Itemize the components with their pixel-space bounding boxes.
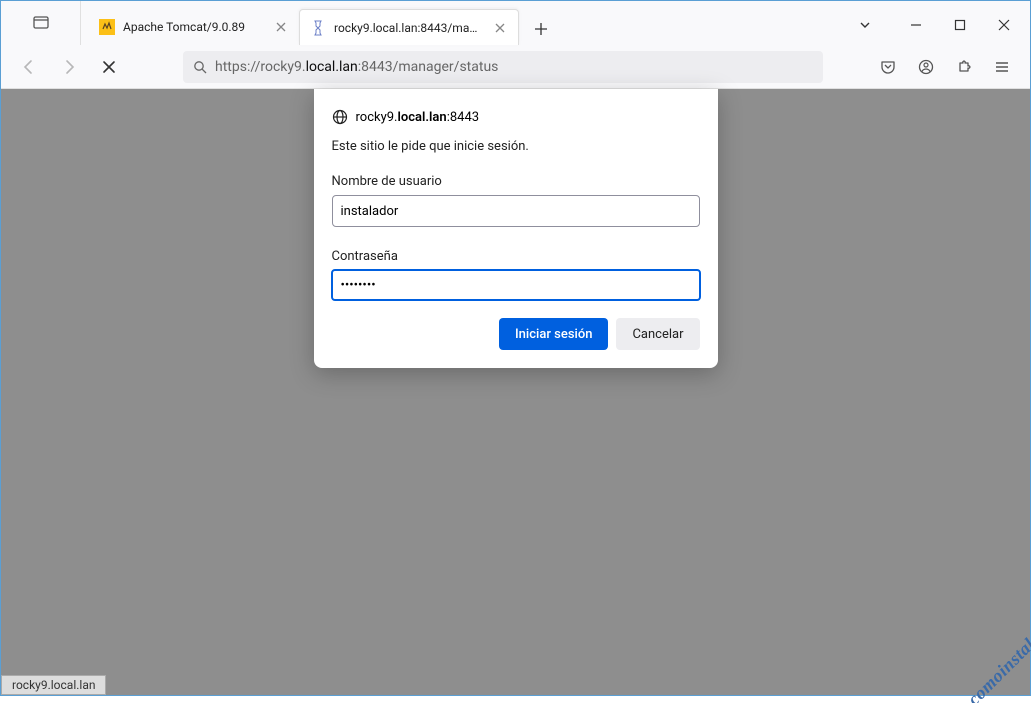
url-text: https://rocky9.local.lan:8443/manager/st…	[215, 59, 813, 75]
content-area: rocky9.local.lan:8443 Este sitio le pide…	[1, 89, 1030, 695]
username-input[interactable]	[332, 195, 700, 227]
tab-title: Apache Tomcat/9.0.89	[123, 20, 265, 34]
loading-favicon	[310, 20, 326, 36]
list-all-tabs-button[interactable]	[848, 5, 882, 45]
back-button[interactable]	[13, 51, 45, 83]
hamburger-icon	[994, 59, 1010, 75]
forward-icon	[61, 59, 77, 75]
tab-close-button[interactable]	[273, 19, 289, 35]
signin-button[interactable]: Iniciar sesión	[499, 318, 608, 350]
forward-button[interactable]	[53, 51, 85, 83]
recent-browsing-button[interactable]	[1, 1, 81, 45]
tab-title: rocky9.local.lan:8443/manager/	[334, 21, 484, 35]
cancel-button[interactable]: Cancelar	[616, 318, 699, 350]
minimize-icon	[910, 19, 922, 31]
tab-manager-status[interactable]: rocky9.local.lan:8443/manager/	[299, 9, 519, 45]
tab-apache-tomcat[interactable]: Apache Tomcat/9.0.89	[89, 9, 299, 45]
chevron-down-icon	[858, 18, 872, 32]
pocket-button[interactable]	[872, 51, 904, 83]
globe-icon	[332, 109, 348, 125]
extensions-button[interactable]	[948, 51, 980, 83]
window-close-button[interactable]	[982, 5, 1026, 45]
username-label: Nombre de usuario	[332, 174, 700, 189]
account-button[interactable]	[910, 51, 942, 83]
tomcat-favicon	[99, 19, 115, 35]
back-icon	[21, 59, 37, 75]
status-bar: rocky9.local.lan	[1, 675, 106, 695]
close-icon	[276, 22, 286, 32]
pocket-icon	[880, 59, 896, 75]
app-menu-button[interactable]	[986, 51, 1018, 83]
password-label: Contraseña	[332, 249, 700, 264]
recent-browsing-icon	[33, 15, 49, 31]
auth-dialog: rocky9.local.lan:8443 Este sitio le pide…	[314, 89, 718, 368]
close-icon	[495, 23, 505, 33]
dialog-host: rocky9.local.lan:8443	[332, 109, 700, 125]
close-icon	[998, 19, 1010, 31]
dialog-message: Este sitio le pide que inicie sesión.	[332, 139, 700, 154]
window-maximize-button[interactable]	[938, 5, 982, 45]
cancel-icon	[102, 60, 116, 74]
search-icon	[193, 60, 207, 74]
stop-button[interactable]	[93, 51, 125, 83]
window-minimize-button[interactable]	[894, 5, 938, 45]
password-input[interactable]	[331, 269, 701, 301]
tab-close-button[interactable]	[492, 20, 508, 36]
watermark: comoinstalar.me	[878, 543, 1031, 703]
tab-strip: Apache Tomcat/9.0.89 rocky9.local.lan:84…	[1, 1, 1030, 45]
plus-icon	[534, 22, 548, 36]
url-bar[interactable]: https://rocky9.local.lan:8443/manager/st…	[183, 51, 823, 83]
maximize-icon	[954, 19, 966, 31]
toolbar: https://rocky9.local.lan:8443/manager/st…	[1, 45, 1030, 89]
puzzle-icon	[956, 59, 972, 75]
account-icon	[918, 59, 934, 75]
new-tab-button[interactable]	[525, 13, 557, 45]
